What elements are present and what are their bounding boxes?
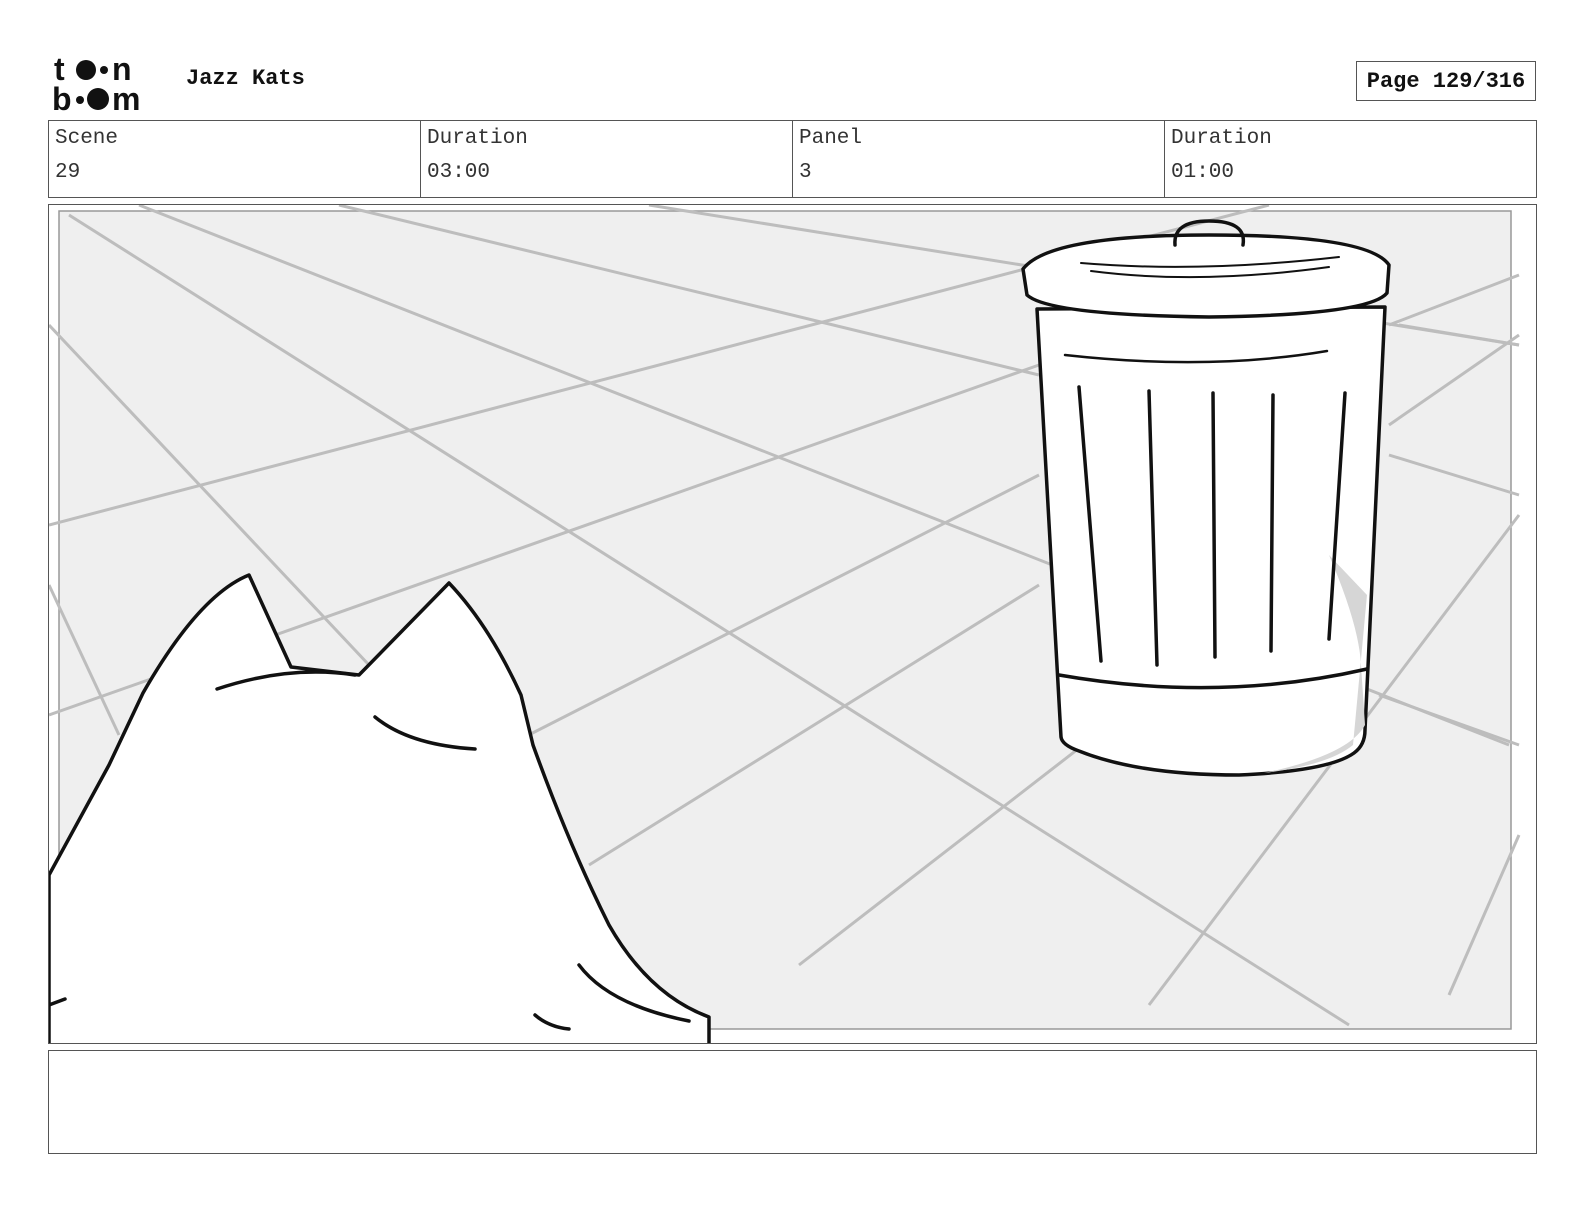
scene-cell: Scene 29: [49, 121, 420, 197]
panel-duration-value: 01:00: [1171, 161, 1235, 184]
panel-duration-cell: Duration 01:00: [1164, 121, 1536, 197]
panel-notes-box: [48, 1050, 1537, 1154]
project-title: Jazz Kats: [186, 66, 305, 91]
panel-value: 3: [799, 161, 812, 184]
panel-drawing: [49, 205, 1521, 1043]
trash-can: [1021, 219, 1391, 777]
scene-info-table: Scene 29 Duration 03:00 Panel 3 Duration…: [48, 120, 1537, 198]
storyboard-panel: [48, 204, 1537, 1044]
panel-cell: Panel 3: [792, 121, 1164, 197]
scene-value: 29: [55, 161, 81, 184]
scene-duration-value: 03:00: [427, 161, 491, 184]
toonboom-logo: t n b m: [52, 52, 140, 114]
scene-duration-cell: Duration 03:00: [420, 121, 792, 197]
scene-duration-label: Duration: [427, 127, 528, 150]
panel-duration-label: Duration: [1171, 127, 1272, 150]
page-indicator: Page 129/316: [1356, 61, 1536, 101]
svg-text:b: b: [52, 81, 72, 114]
scene-label: Scene: [55, 127, 119, 150]
panel-label: Panel: [799, 127, 863, 150]
svg-text:m: m: [112, 81, 140, 114]
